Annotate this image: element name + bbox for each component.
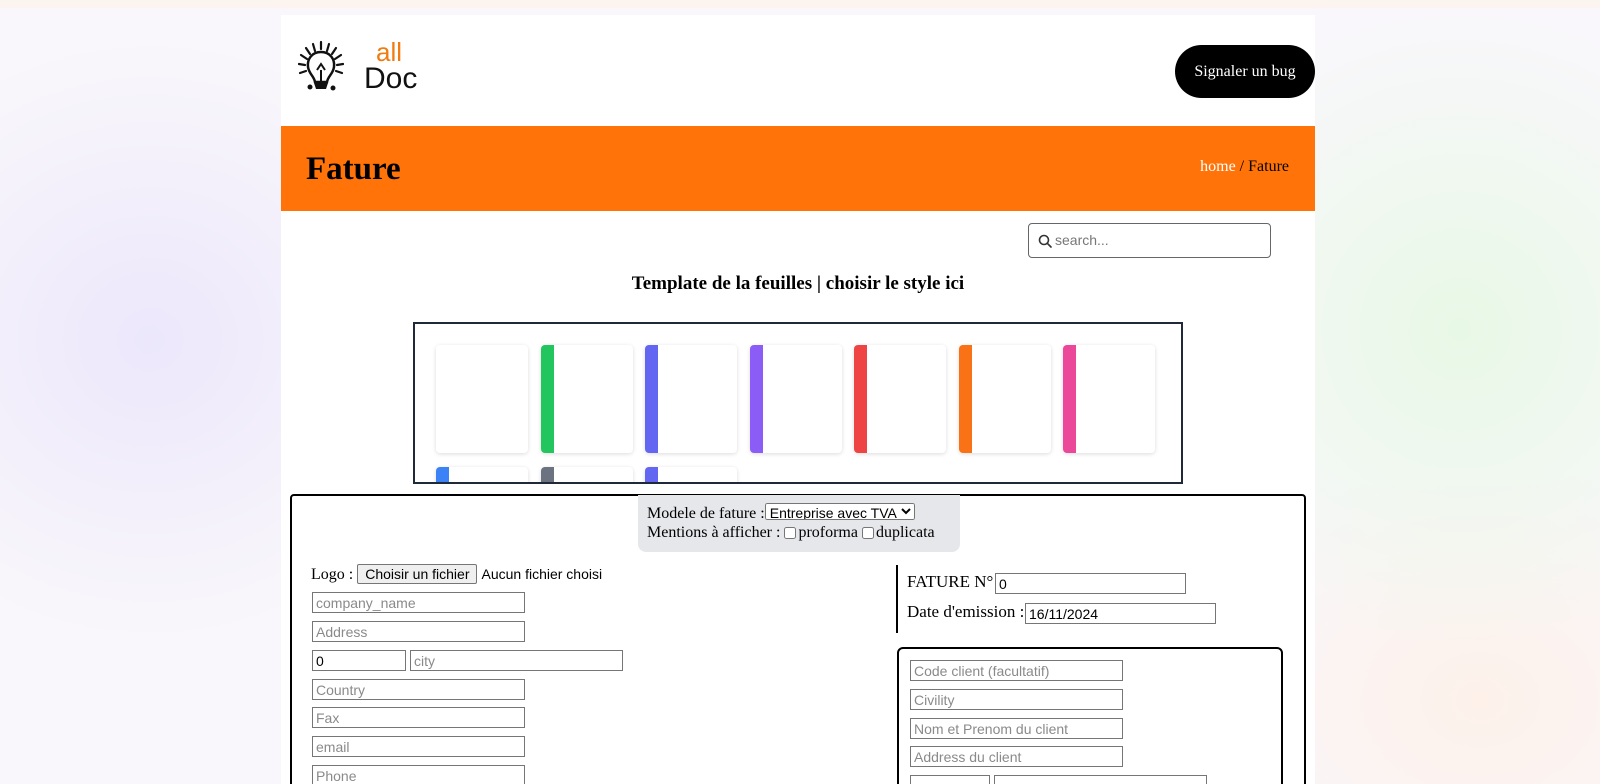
company-name-input[interactable]	[312, 592, 525, 613]
lightbulb-logo-icon	[298, 40, 344, 91]
report-bug-button[interactable]: Signaler un bug	[1175, 45, 1315, 98]
country-input[interactable]	[312, 679, 525, 700]
client-city-input[interactable]	[994, 775, 1207, 784]
issue-date-label: Date d'emission :	[907, 602, 1025, 621]
mentions-label: Mentions à afficher :	[647, 524, 781, 541]
top-strip	[0, 0, 1600, 8]
logo-label: Logo :	[311, 566, 354, 583]
template-color-bar	[540, 345, 554, 453]
postal-code-input[interactable]	[312, 650, 406, 671]
template-style-card[interactable]	[436, 467, 528, 482]
invoice-form: Modele de fature : Entreprise avec TVA Me…	[290, 494, 1306, 784]
template-style-card[interactable]	[540, 345, 633, 453]
template-style-card[interactable]	[854, 345, 946, 453]
fax-input[interactable]	[312, 707, 525, 728]
client-code-input[interactable]	[910, 660, 1123, 681]
template-color-bar	[958, 345, 972, 453]
model-label: Modele de fature :	[647, 505, 765, 522]
page-banner: Fature home / Fature	[281, 126, 1315, 211]
template-color-bar	[436, 345, 449, 453]
breadcrumb-separator: /	[1239, 158, 1245, 175]
search-box	[1028, 223, 1271, 258]
template-style-card[interactable]	[958, 345, 1051, 453]
template-color-bar	[645, 345, 658, 453]
logo-text-doc: Doc	[364, 62, 418, 95]
invoice-options-panel: Modele de fature : Entreprise avec TVA Me…	[638, 495, 960, 552]
template-color-bar	[645, 467, 658, 482]
template-color-bar	[436, 467, 449, 482]
proforma-checkbox[interactable]	[784, 527, 797, 540]
issue-date-input[interactable]	[1025, 603, 1216, 624]
template-section-title: Template de la feuilles | choisir le sty…	[631, 273, 965, 294]
client-civility-input[interactable]	[910, 689, 1123, 710]
template-style-card[interactable]	[645, 467, 737, 482]
alldoc-logo[interactable]: all Doc	[298, 37, 417, 100]
client-postal-input[interactable]	[910, 775, 990, 784]
model-select[interactable]: Entreprise avec TVA	[764, 503, 915, 520]
client-address-input[interactable]	[910, 746, 1123, 767]
template-style-picker	[413, 322, 1183, 484]
template-style-card[interactable]	[749, 345, 842, 453]
company-address-input[interactable]	[312, 621, 525, 642]
search-input[interactable]	[1055, 229, 1260, 251]
template-color-bar	[854, 345, 867, 453]
invoice-number-label: FATURE N°	[907, 572, 994, 591]
breadcrumb-home-link[interactable]: home	[1200, 158, 1236, 175]
template-style-card[interactable]	[1063, 345, 1155, 453]
invoice-number-input[interactable]	[995, 573, 1186, 594]
page-container: all Doc Signaler un bug Fature home / Fa…	[281, 15, 1315, 784]
template-style-card[interactable]	[540, 467, 633, 482]
template-color-bar	[1063, 345, 1076, 453]
duplicata-label: duplicata	[875, 524, 935, 541]
client-info-box	[897, 647, 1283, 784]
site-header: all Doc Signaler un bug	[281, 15, 1315, 126]
phone-input[interactable]	[312, 765, 525, 784]
breadcrumb: home / Fature	[1200, 158, 1289, 176]
client-name-input[interactable]	[910, 718, 1123, 739]
logo-upload-row: Logo : Choisir un fichier Aucun fichier …	[311, 564, 602, 584]
template-color-bar	[749, 345, 763, 453]
email-input[interactable]	[312, 736, 525, 757]
template-style-card[interactable]	[436, 345, 528, 453]
duplicata-checkbox[interactable]	[861, 527, 874, 540]
search-icon	[1038, 234, 1052, 248]
file-status: Aucun fichier choisi	[481, 566, 603, 582]
choose-file-button[interactable]: Choisir un fichier	[357, 564, 478, 584]
breadcrumb-current: Fature	[1248, 158, 1289, 175]
page-title: Fature	[306, 151, 401, 187]
template-color-bar	[540, 467, 554, 482]
template-style-card[interactable]	[645, 345, 737, 453]
invoice-number-date-box: FATURE N° Date d'emission :	[896, 565, 1216, 633]
proforma-label: proforma	[798, 524, 858, 541]
city-input[interactable]	[410, 650, 623, 671]
